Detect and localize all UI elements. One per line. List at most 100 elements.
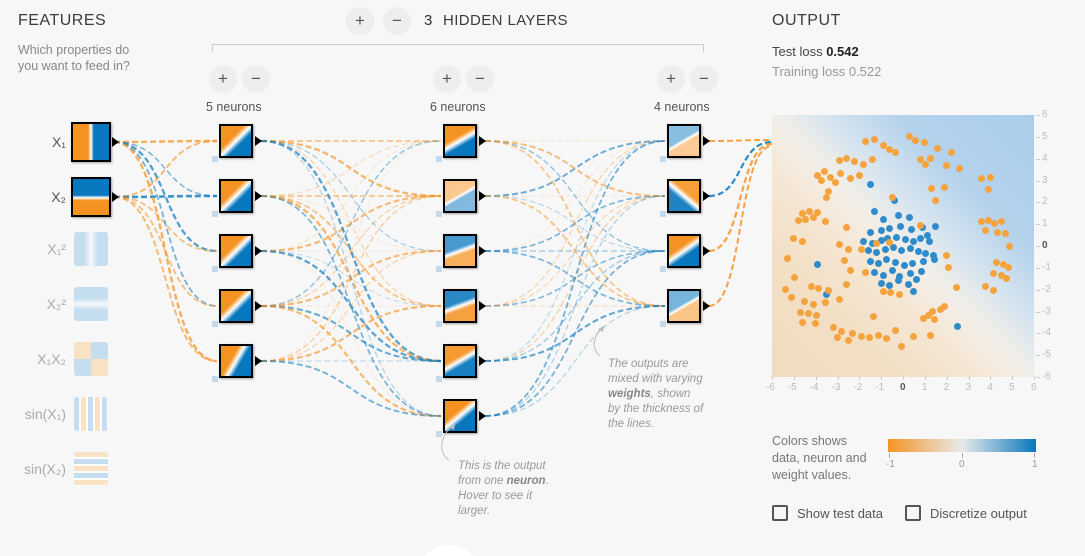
neuron-l1-n3[interactable] — [219, 234, 253, 268]
neuron-bias-l3-n3[interactable] — [660, 266, 666, 272]
neuron-l2-n3[interactable] — [443, 234, 477, 268]
x-tick-label: 2 — [943, 382, 950, 393]
feature-thumbnail-5[interactable] — [74, 397, 108, 431]
neuron-bias-l1-n1[interactable] — [212, 156, 218, 162]
y-tick-label: 5 — [1042, 130, 1048, 142]
data-point — [925, 238, 933, 246]
x-tick-mark — [815, 376, 817, 380]
y-tick-mark — [1036, 158, 1040, 160]
add-neuron-layer-2[interactable]: + — [433, 65, 461, 93]
feature-thumbnail-4[interactable] — [74, 342, 108, 376]
network-link — [708, 145, 773, 307]
y-tick-mark — [1036, 355, 1040, 357]
y-tick-mark — [1036, 202, 1040, 204]
network-link — [484, 140, 666, 307]
neuron-bias-l2-n2[interactable] — [436, 211, 442, 217]
neuron-heatmap — [445, 236, 475, 266]
x-tick-label: 0 — [900, 382, 906, 393]
y-tick-mark — [1036, 136, 1040, 138]
neuron-l2-n2[interactable] — [443, 179, 477, 213]
add-neuron-layer-1[interactable]: + — [209, 65, 237, 93]
y-tick-mark — [1036, 311, 1040, 313]
neuron-bias-l1-n3[interactable] — [212, 266, 218, 272]
neuron-bias-l2-n3[interactable] — [436, 266, 442, 272]
neuron-bias-l3-n2[interactable] — [660, 211, 666, 217]
neuron-l1-n2[interactable] — [219, 179, 253, 213]
data-point — [920, 257, 928, 265]
network-link — [113, 141, 218, 197]
neuron-bias-l3-n1[interactable] — [660, 156, 666, 162]
neuron-l1-n5[interactable] — [219, 344, 253, 378]
neuron-l3-n2[interactable] — [667, 179, 701, 213]
neuron-bias-l2-n5[interactable] — [436, 376, 442, 382]
neuron-l1-n1[interactable] — [219, 124, 253, 158]
network-link — [260, 140, 442, 417]
neuron-l2-n6[interactable] — [443, 399, 477, 433]
neuron-l3-n1[interactable] — [667, 124, 701, 158]
neuron-bias-l2-n4[interactable] — [436, 321, 442, 327]
neuron-bias-l1-n2[interactable] — [212, 211, 218, 217]
neuron-l2-n1[interactable] — [443, 124, 477, 158]
x-tick-mark — [1034, 376, 1035, 380]
data-point — [931, 315, 939, 323]
show-test-data-row[interactable]: Show test data — [772, 505, 883, 521]
feature-thumbnail-2[interactable] — [74, 232, 108, 266]
neuron-l2-n4[interactable] — [443, 289, 477, 323]
neuron-l1-n4[interactable] — [219, 289, 253, 323]
neuron-heatmap — [669, 126, 699, 156]
show-test-data-checkbox[interactable] — [772, 505, 788, 521]
neuron-bias-l3-n4[interactable] — [660, 321, 666, 327]
add-neuron-layer-3[interactable]: + — [657, 65, 685, 93]
callout-neuron-line2-post: . — [545, 475, 549, 487]
data-point — [860, 160, 868, 168]
discretize-output-checkbox[interactable] — [905, 505, 921, 521]
add-layer-button[interactable]: + — [346, 7, 374, 35]
network-link — [260, 139, 442, 363]
neuron-bias-l1-n4[interactable] — [212, 321, 218, 327]
data-point — [783, 254, 791, 262]
remove-neuron-layer-1[interactable]: − — [242, 65, 270, 93]
show-test-data-label: Show test data — [797, 505, 883, 521]
remove-layer-button[interactable]: − — [383, 7, 411, 35]
data-point — [916, 234, 924, 242]
neuron-bias-l2-n1[interactable] — [436, 156, 442, 162]
x-tick-label: 1 — [921, 382, 928, 393]
network-link — [260, 249, 442, 363]
network-link — [484, 195, 666, 252]
neuron-bias-l2-n6[interactable] — [436, 431, 442, 437]
network-link — [113, 140, 218, 198]
feature-thumbnail-1[interactable] — [71, 177, 111, 217]
neuron-output-arrow-l2-n3 — [479, 246, 486, 256]
y-tick-mark — [1036, 180, 1040, 182]
network-link — [260, 140, 442, 197]
data-point — [912, 276, 920, 284]
data-point — [871, 135, 879, 143]
callout-neuron-line2-pre: from one — [458, 475, 507, 487]
discretize-output-row[interactable]: Discretize output — [905, 505, 1027, 521]
network-link — [113, 196, 218, 307]
neuron-l2-n5[interactable] — [443, 344, 477, 378]
neuron-heatmap — [445, 401, 475, 431]
feature-thumbnail-3[interactable] — [74, 287, 108, 321]
network-link — [260, 250, 442, 307]
x-tick-label: -1 — [875, 382, 885, 393]
neuron-output-arrow-l3-n2 — [703, 191, 710, 201]
feature-thumbnail-6[interactable] — [74, 452, 108, 486]
neuron-l3-n4[interactable] — [667, 289, 701, 323]
data-point — [871, 207, 879, 215]
data-point — [866, 257, 874, 265]
network-link — [260, 140, 442, 252]
callout-weights-line2: mixed with varying — [608, 373, 703, 385]
y-axis: 6 5 4 3 2 1 0 -1 -2 -3 -4 -5 -6 — [1036, 109, 1058, 382]
network-link — [260, 250, 442, 362]
network-link — [260, 195, 442, 362]
remove-neuron-layer-3[interactable]: − — [690, 65, 718, 93]
remove-neuron-layer-2[interactable]: − — [466, 65, 494, 93]
feature-thumbnail-0[interactable] — [71, 122, 111, 162]
feature-label-6: sin(X₂) — [24, 461, 66, 477]
data-point — [907, 269, 915, 277]
neuron-bias-l1-n5[interactable] — [212, 376, 218, 382]
data-point — [918, 267, 926, 275]
neuron-l3-n3[interactable] — [667, 234, 701, 268]
output-plot[interactable] — [772, 115, 1034, 377]
